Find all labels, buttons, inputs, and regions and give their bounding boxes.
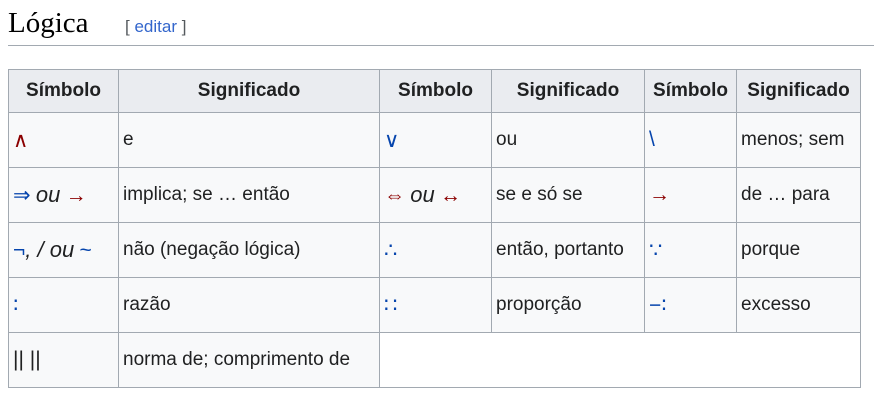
iff-arrow-symbol[interactable]: ↔ bbox=[440, 184, 461, 207]
norm-symbol[interactable]: || || bbox=[13, 348, 41, 371]
proportion-symbol[interactable]: ∷ bbox=[384, 294, 397, 317]
symbol-cell: −∶ bbox=[644, 277, 737, 333]
meaning-cell: se e só se bbox=[491, 167, 645, 223]
meaning-cell: de … para bbox=[736, 167, 861, 223]
iff-double-arrow-symbol[interactable]: ⇔ bbox=[384, 184, 405, 207]
edit-link[interactable]: editar bbox=[134, 17, 177, 36]
symbol-cell: ¬, / ou ~ bbox=[8, 222, 119, 278]
ratio-symbol[interactable]: ∶ bbox=[13, 294, 18, 317]
symbol-cell: ⇒ ou → bbox=[8, 167, 119, 223]
symbol-cell: ⇔ ou ↔ bbox=[379, 167, 492, 223]
implies-arrow-symbol[interactable]: → bbox=[66, 184, 87, 207]
table-row: || || norma de; comprimento de bbox=[8, 332, 861, 388]
meaning-cell: então, portanto bbox=[491, 222, 645, 278]
meaning-cell: não (negação lógica) bbox=[118, 222, 380, 278]
or-symbol[interactable]: ∨ bbox=[384, 129, 399, 152]
header-simbolo-1: Símbolo bbox=[8, 69, 119, 113]
empty-cell bbox=[379, 332, 861, 388]
meaning-cell: razão bbox=[118, 277, 380, 333]
separator-text: , / bbox=[25, 237, 50, 262]
table-row: ¬, / ou ~ não (negação lógica) ∴ então, … bbox=[8, 222, 861, 278]
symbol-cell: ∨ bbox=[379, 112, 492, 168]
symbol-cell: ∵ bbox=[644, 222, 737, 278]
header-simbolo-2: Símbolo bbox=[379, 69, 492, 113]
edit-bracket-close: ] bbox=[176, 17, 187, 36]
section-title: Lógica bbox=[8, 7, 89, 39]
meaning-cell: excesso bbox=[736, 277, 861, 333]
meaning-cell: proporção bbox=[491, 277, 645, 333]
tilde-symbol[interactable]: ~ bbox=[79, 239, 91, 262]
ou-connector: ou bbox=[35, 182, 61, 207]
symbol-cell: → bbox=[644, 167, 737, 223]
table-row: ∧ e ∨ ou \ menos; sem bbox=[8, 112, 861, 168]
table-header-row: Símbolo Significado Símbolo Significado … bbox=[8, 69, 861, 113]
implies-double-arrow-symbol[interactable]: ⇒ bbox=[13, 184, 31, 207]
symbol-cell: ∶ bbox=[8, 277, 119, 333]
and-symbol[interactable]: ∧ bbox=[13, 129, 28, 152]
symbol-cell: ∧ bbox=[8, 112, 119, 168]
logic-symbols-table: Símbolo Significado Símbolo Significado … bbox=[8, 69, 861, 388]
symbol-cell: \ bbox=[644, 112, 737, 168]
meaning-cell: ou bbox=[491, 112, 645, 168]
header-simbolo-3: Símbolo bbox=[644, 69, 737, 113]
set-minus-symbol[interactable]: \ bbox=[649, 128, 655, 151]
symbol-cell: ∴ bbox=[379, 222, 492, 278]
header-significado-3: Significado bbox=[736, 69, 861, 113]
excess-symbol[interactable]: −∶ bbox=[649, 294, 667, 317]
therefore-symbol[interactable]: ∴ bbox=[384, 239, 397, 262]
meaning-cell: porque bbox=[736, 222, 861, 278]
symbol-cell: || || bbox=[8, 332, 119, 388]
table-row: ∶ razão ∷ proporção −∶ excesso bbox=[8, 277, 861, 333]
meaning-cell: implica; se … então bbox=[118, 167, 380, 223]
symbol-cell: ∷ bbox=[379, 277, 492, 333]
because-symbol[interactable]: ∵ bbox=[649, 239, 662, 262]
header-significado-2: Significado bbox=[491, 69, 645, 113]
meaning-cell: menos; sem bbox=[736, 112, 861, 168]
ou-connector: ou bbox=[410, 182, 435, 207]
maps-to-arrow-symbol[interactable]: → bbox=[649, 183, 670, 206]
header-significado-1: Significado bbox=[118, 69, 380, 113]
ou-connector: ou bbox=[49, 237, 75, 262]
meaning-cell: norma de; comprimento de bbox=[118, 332, 380, 388]
table-row: ⇒ ou → implica; se … então ⇔ ou ↔ se e s… bbox=[8, 167, 861, 223]
section-heading: Lógica [ editar ] bbox=[8, 0, 874, 46]
meaning-cell: e bbox=[118, 112, 380, 168]
negation-symbol[interactable]: ¬ bbox=[13, 239, 25, 262]
edit-section: [ editar ] bbox=[125, 17, 186, 37]
